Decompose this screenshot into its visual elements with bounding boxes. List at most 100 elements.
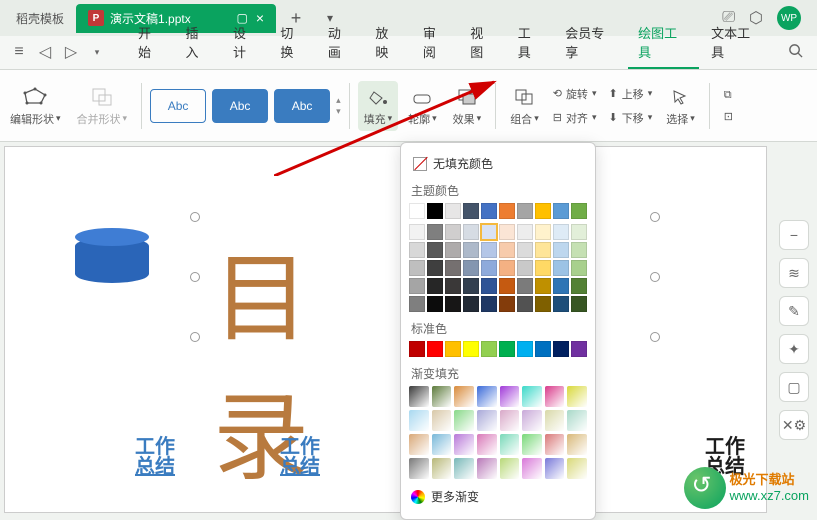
gradient-swatch[interactable] (522, 410, 542, 431)
color-swatch[interactable] (427, 260, 443, 276)
color-swatch[interactable] (553, 203, 569, 219)
color-swatch[interactable] (535, 278, 551, 294)
work-summary-1[interactable]: 工作总结 (135, 437, 175, 477)
brush-button[interactable]: ✎ (779, 296, 809, 326)
color-swatch[interactable] (499, 224, 515, 240)
forward-icon[interactable]: ▷ (60, 41, 82, 63)
color-swatch[interactable] (553, 260, 569, 276)
color-swatch[interactable] (427, 203, 443, 219)
gradient-swatch[interactable] (454, 434, 474, 455)
color-swatch[interactable] (427, 278, 443, 294)
color-swatch[interactable] (481, 341, 497, 357)
color-swatch[interactable] (553, 296, 569, 312)
style-gallery[interactable]: Abc Abc Abc ▴▾ (150, 89, 341, 123)
color-swatch[interactable] (463, 203, 479, 219)
gradient-swatch[interactable] (567, 434, 587, 455)
color-swatch[interactable] (445, 296, 461, 312)
gradient-swatch[interactable] (432, 434, 452, 455)
search-icon[interactable] (782, 37, 809, 69)
color-swatch[interactable] (553, 278, 569, 294)
menu-tab-1[interactable]: 插入 (175, 17, 220, 69)
gradient-swatch[interactable] (567, 410, 587, 431)
color-swatch[interactable] (481, 203, 497, 219)
move-down-button[interactable]: ⬇下移▾ (604, 108, 656, 128)
color-swatch[interactable] (463, 278, 479, 294)
color-swatch[interactable] (553, 341, 569, 357)
cylinder-shape[interactable] (75, 237, 149, 283)
color-swatch[interactable] (409, 203, 425, 219)
slide-canvas[interactable]: 目录 工作总结 工作总结 工作总结 (4, 146, 767, 513)
color-swatch[interactable] (535, 341, 551, 357)
gradient-swatch[interactable] (409, 386, 429, 407)
color-swatch[interactable] (517, 203, 533, 219)
menu-tab-7[interactable]: 视图 (460, 17, 505, 69)
color-swatch[interactable] (571, 260, 587, 276)
color-swatch[interactable] (535, 242, 551, 258)
layers-button[interactable]: ≋ (779, 258, 809, 288)
select-button[interactable]: 选择▾ (660, 81, 701, 131)
color-swatch[interactable] (427, 296, 443, 312)
gradient-swatch[interactable] (454, 410, 474, 431)
effect-button[interactable]: 效果▾ (447, 81, 488, 131)
menu-tab-0[interactable]: 开始 (128, 17, 173, 69)
color-swatch[interactable] (481, 242, 497, 258)
color-swatch[interactable] (427, 341, 443, 357)
color-swatch[interactable] (481, 278, 497, 294)
menu-tab-6[interactable]: 审阅 (413, 17, 458, 69)
color-swatch[interactable] (463, 341, 479, 357)
gradient-swatch[interactable] (522, 386, 542, 407)
gradient-swatch[interactable] (409, 410, 429, 431)
no-fill-option[interactable]: 无填充颜色 (409, 151, 587, 176)
color-swatch[interactable] (427, 242, 443, 258)
color-swatch[interactable] (553, 242, 569, 258)
color-swatch[interactable] (445, 242, 461, 258)
menu-tab-5[interactable]: 放映 (365, 17, 410, 69)
dropdown-icon[interactable]: ▾ (86, 41, 108, 63)
style-gallery-more[interactable]: ▴▾ (336, 95, 341, 117)
color-swatch[interactable] (409, 278, 425, 294)
gradient-swatch[interactable] (454, 458, 474, 479)
color-swatch[interactable] (499, 296, 515, 312)
gradient-swatch[interactable] (477, 386, 497, 407)
color-swatch[interactable] (517, 224, 533, 240)
color-swatch[interactable] (517, 242, 533, 258)
color-swatch[interactable] (571, 203, 587, 219)
gradient-swatch[interactable] (545, 386, 565, 407)
color-swatch[interactable] (481, 224, 497, 240)
color-swatch[interactable] (463, 242, 479, 258)
color-swatch[interactable] (517, 260, 533, 276)
color-swatch[interactable] (499, 341, 515, 357)
avatar[interactable]: WP (777, 6, 801, 30)
menu-icon[interactable]: ≡ (8, 41, 30, 63)
menu-tab-11[interactable]: 文本工具 (701, 17, 772, 69)
color-swatch[interactable] (571, 341, 587, 357)
menu-tab-9[interactable]: 会员专享 (555, 17, 626, 69)
lock-button[interactable]: ⊡ (720, 108, 737, 125)
color-swatch[interactable] (409, 260, 425, 276)
menu-tab-3[interactable]: 切换 (270, 17, 315, 69)
color-swatch[interactable] (445, 260, 461, 276)
gradient-swatch[interactable] (432, 410, 452, 431)
style-box-1[interactable]: Abc (150, 89, 206, 123)
color-swatch[interactable] (535, 296, 551, 312)
gradient-swatch[interactable] (545, 410, 565, 431)
color-swatch[interactable] (445, 203, 461, 219)
gradient-swatch[interactable] (500, 434, 520, 455)
crop-button[interactable]: ⧉ (720, 87, 737, 104)
color-swatch[interactable] (535, 224, 551, 240)
work-summary-2[interactable]: 工作总结 (280, 437, 320, 477)
color-swatch[interactable] (499, 242, 515, 258)
style-box-2[interactable]: Abc (212, 89, 268, 123)
color-swatch[interactable] (445, 341, 461, 357)
gradient-swatch[interactable] (432, 458, 452, 479)
gradient-swatch[interactable] (545, 434, 565, 455)
sparkle-button[interactable]: ✦ (779, 334, 809, 364)
combine-button[interactable]: 组合▾ (504, 81, 545, 131)
fill-button[interactable]: 填充▾ (358, 81, 399, 131)
gradient-swatch[interactable] (545, 458, 565, 479)
color-swatch[interactable] (553, 224, 569, 240)
color-swatch[interactable] (535, 203, 551, 219)
more-gradient-button[interactable]: 更多渐变 (409, 482, 587, 511)
color-swatch[interactable] (517, 278, 533, 294)
gradient-swatch[interactable] (500, 458, 520, 479)
